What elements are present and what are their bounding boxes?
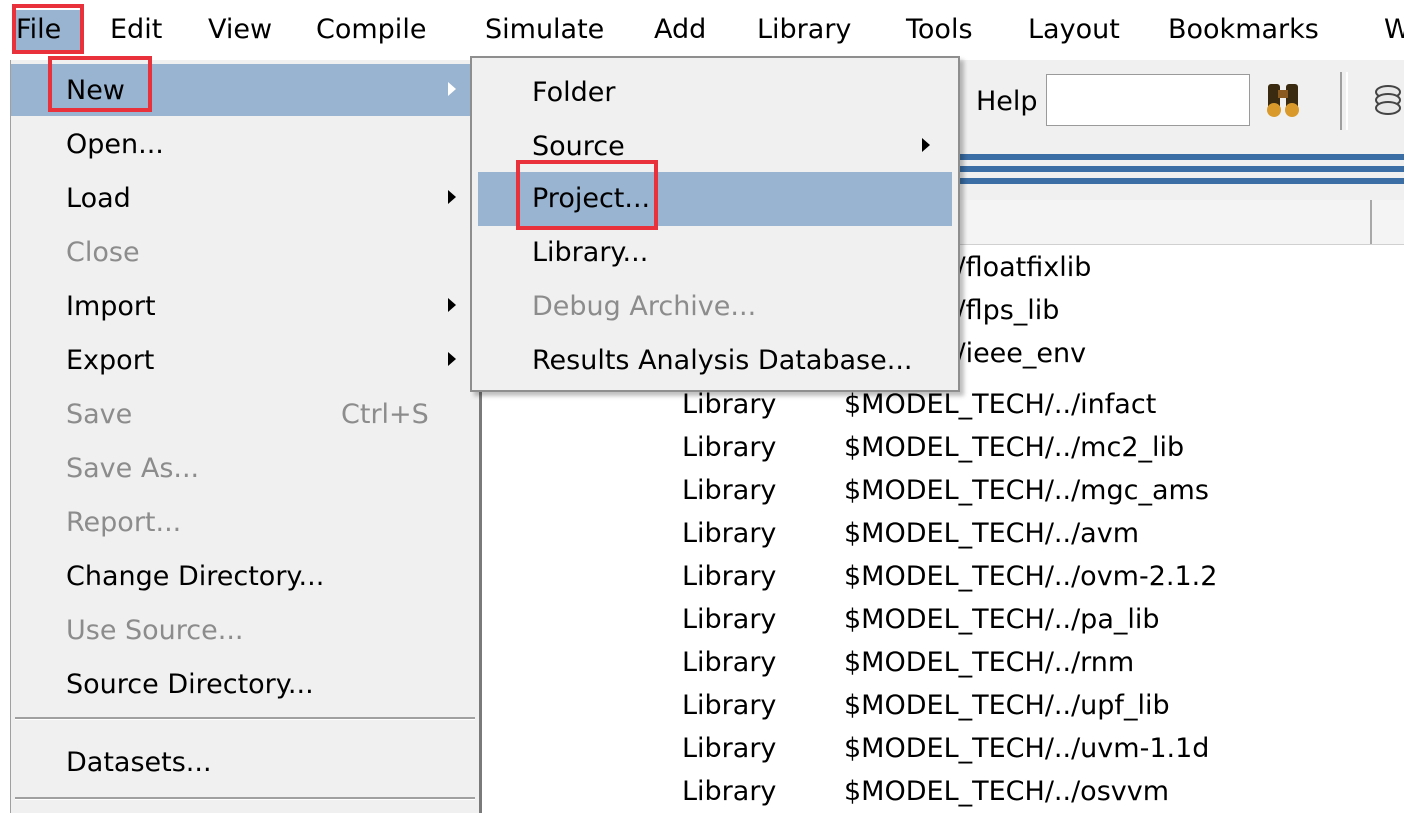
new-submenu-item-folder[interactable]: Folder — [478, 66, 952, 120]
row-path: $MODEL_TECH/../pa_lib — [844, 604, 1160, 635]
row-type: Library — [682, 561, 777, 592]
menu-item-label: Close — [66, 237, 140, 268]
file-menu-dropdown: New Open... Load Close Import Export Sav… — [10, 60, 482, 813]
menu-item-label: Load — [66, 183, 131, 214]
new-submenu-item-debug-archive[interactable]: Debug Archive... — [478, 280, 952, 334]
row-type: Library — [682, 389, 777, 420]
menu-compile[interactable]: Compile — [316, 10, 426, 50]
menu-item-label: Save As... — [66, 453, 200, 484]
menu-item-label: Open... — [66, 129, 164, 160]
menu-item-label: Source Directory... — [66, 669, 314, 700]
submenu-arrow-icon — [922, 138, 930, 152]
menu-item-label: Import — [66, 291, 156, 322]
table-row[interactable]: Library $MODEL_TECH/../avm — [480, 514, 1404, 557]
menu-item-label: New — [66, 75, 125, 106]
row-path: $MODEL_TECH/../mc2_lib — [844, 432, 1185, 463]
menu-item-label: Folder — [532, 77, 616, 108]
row-type: Library — [682, 690, 777, 721]
help-search-input[interactable] — [1046, 74, 1250, 126]
menu-item-label: Save — [66, 399, 133, 430]
menu-item-shortcut: Ctrl+S — [341, 399, 429, 430]
menu-file-label: File — [16, 14, 62, 45]
file-menu-item-open[interactable]: Open... — [11, 118, 479, 170]
submenu-arrow-icon — [448, 190, 456, 204]
help-label: Help — [976, 86, 1038, 117]
row-path: $MODEL_TECH/../ovm-2.1.2 — [844, 561, 1218, 592]
row-type: Library — [682, 733, 777, 764]
row-type: Library — [682, 432, 777, 463]
menu-simulate[interactable]: Simulate — [485, 10, 604, 50]
table-row[interactable]: Library $MODEL_TECH/../pa_lib — [480, 600, 1404, 643]
menu-view[interactable]: View — [208, 10, 272, 50]
table-row[interactable]: Library $MODEL_TECH/../rnm — [480, 643, 1404, 686]
table-row[interactable]: Library $MODEL_TECH/../uvm-1.1d — [480, 729, 1404, 772]
find-binoculars-icon[interactable] — [1262, 78, 1306, 122]
menu-tools[interactable]: Tools — [906, 10, 973, 50]
row-path: $MODEL_TECH/../avm — [844, 518, 1140, 549]
row-path: $MODEL_TECH/../uvm-1.1d — [844, 733, 1210, 764]
menu-layout[interactable]: Layout — [1028, 10, 1120, 50]
menu-item-label: Datasets... — [66, 747, 212, 778]
row-path: $MODEL_TECH/../mgc_ams — [844, 475, 1209, 506]
table-row[interactable]: Library $MODEL_TECH/../mgc_ams — [480, 471, 1404, 514]
menu-item-label: Change Directory... — [66, 561, 325, 592]
new-submenu: Folder Source Project... Library... Debu… — [470, 56, 960, 392]
menu-item-label: Debug Archive... — [532, 291, 757, 322]
file-menu-item-save-as[interactable]: Save As... — [11, 442, 479, 494]
toolbar-separator — [1340, 72, 1348, 130]
table-row[interactable]: Library $MODEL_TECH/../upf_lib — [480, 686, 1404, 729]
row-type: Library — [682, 518, 777, 549]
row-type: Library — [682, 475, 777, 506]
menu-separator — [15, 717, 475, 720]
file-menu-item-datasets[interactable]: Datasets... — [11, 736, 479, 788]
menu-item-label: Library... — [532, 237, 649, 268]
new-submenu-item-results-analysis-database[interactable]: Results Analysis Database... — [478, 334, 952, 388]
menu-window[interactable]: W — [1384, 10, 1404, 50]
file-menu-item-source-directory[interactable]: Source Directory... — [11, 658, 479, 710]
file-menu-item-report[interactable]: Report... — [11, 496, 479, 548]
file-menu-item-use-source[interactable]: Use Source... — [11, 604, 479, 656]
new-submenu-item-library[interactable]: Library... — [478, 226, 952, 280]
submenu-arrow-icon — [448, 82, 456, 96]
new-submenu-item-source[interactable]: Source — [478, 120, 952, 174]
file-menu-item-new[interactable]: New — [11, 64, 479, 116]
file-menu-item-export[interactable]: Export — [11, 334, 479, 386]
menu-add[interactable]: Add — [654, 10, 706, 50]
menu-item-label: Project... — [532, 183, 651, 214]
row-path: $MODEL_TECH/../upf_lib — [844, 690, 1170, 721]
column-divider[interactable] — [1370, 200, 1372, 244]
file-menu-item-save[interactable]: Save Ctrl+S — [11, 388, 479, 440]
menu-edit[interactable]: Edit — [110, 10, 162, 50]
new-submenu-item-project[interactable]: Project... — [478, 172, 952, 226]
file-menu-item-close[interactable]: Close — [11, 226, 479, 278]
row-type: Library — [682, 604, 777, 635]
table-row[interactable]: Library $MODEL_TECH/../osvvm — [480, 772, 1404, 815]
menu-item-label: Source — [532, 131, 625, 162]
submenu-arrow-icon — [448, 352, 456, 366]
menu-item-label: Report... — [66, 507, 182, 538]
file-menu-item-import[interactable]: Import — [11, 280, 479, 332]
row-path: $MODEL_TECH/../osvvm — [844, 776, 1170, 807]
menu-separator — [15, 797, 475, 800]
menu-file[interactable]: File — [14, 10, 82, 50]
menu-bar: File Edit View Compile Simulate Add Libr… — [0, 0, 1404, 60]
submenu-arrow-icon — [448, 298, 456, 312]
row-path: $MODEL_TECH/../rnm — [844, 647, 1135, 678]
menu-bookmarks[interactable]: Bookmarks — [1168, 10, 1319, 50]
table-row[interactable]: Library $MODEL_TECH/../mc2_lib — [480, 428, 1404, 471]
menu-item-label: Use Source... — [66, 615, 244, 646]
file-menu-item-change-directory[interactable]: Change Directory... — [11, 550, 479, 602]
toolbar-stack-icon[interactable] — [1370, 80, 1404, 120]
menu-item-label: Export — [66, 345, 155, 376]
menu-item-label: Results Analysis Database... — [532, 345, 913, 376]
row-type: Library — [682, 776, 777, 807]
table-row[interactable]: Library $MODEL_TECH/../ovm-2.1.2 — [480, 557, 1404, 600]
row-type: Library — [682, 647, 777, 678]
row-path: $MODEL_TECH/../infact — [844, 389, 1157, 420]
file-menu-item-load[interactable]: Load — [11, 172, 479, 224]
menu-library[interactable]: Library — [757, 10, 851, 50]
